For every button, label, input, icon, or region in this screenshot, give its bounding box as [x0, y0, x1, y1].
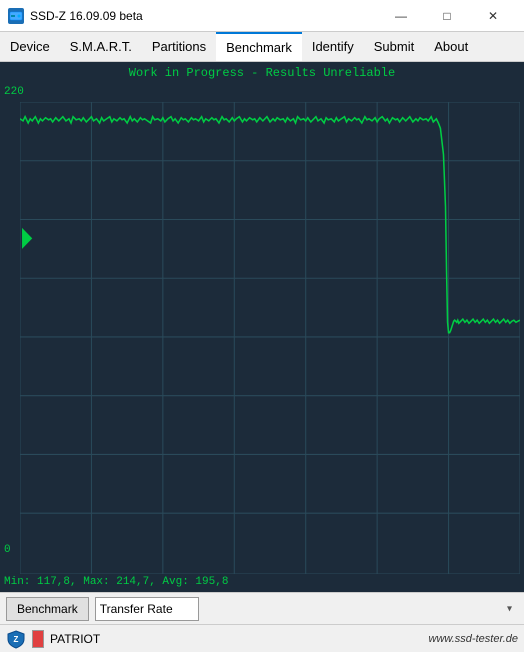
chart-area [20, 102, 520, 574]
menu-item-identify[interactable]: Identify [302, 32, 364, 61]
status-bar: Z PATRIOT www.ssd-tester.de [0, 624, 524, 652]
drive-color-indicator [32, 630, 44, 648]
menu-item-about[interactable]: About [424, 32, 478, 61]
menu-item-device[interactable]: Device [0, 32, 60, 61]
benchmark-line [20, 117, 520, 333]
chevron-down-icon: ▾ [507, 603, 512, 614]
drive-name: PATRIOT [50, 632, 423, 646]
chart-title: Work in Progress - Results Unreliable [0, 62, 524, 82]
chart-stats: Min: 117,8, Max: 214,7, Avg: 195,8 [0, 574, 524, 592]
y-axis-max: 220 [4, 86, 24, 98]
transfer-type-select[interactable]: Transfer RateRandom ReadRandom WriteAcce… [95, 597, 199, 621]
window-controls: — □ ✕ [378, 0, 516, 32]
close-button[interactable]: ✕ [470, 0, 516, 32]
menu-item-partitions[interactable]: Partitions [142, 32, 216, 61]
minimize-button[interactable]: — [378, 0, 424, 32]
menu-item-s-m-a-r-t-[interactable]: S.M.A.R.T. [60, 32, 142, 61]
app-icon [8, 8, 24, 24]
svg-text:Z: Z [14, 635, 19, 644]
chart-svg [20, 102, 520, 574]
menu-item-benchmark[interactable]: Benchmark [216, 32, 302, 61]
menu-item-submit[interactable]: Submit [364, 32, 424, 61]
chart-container: Work in Progress - Results Unreliable 22… [0, 62, 524, 592]
website-url: www.ssd-tester.de [429, 633, 518, 645]
benchmark-toolbar: Benchmark Transfer RateRandom ReadRandom… [0, 592, 524, 624]
select-wrapper: Transfer RateRandom ReadRandom WriteAcce… [95, 597, 518, 621]
benchmark-button[interactable]: Benchmark [6, 597, 89, 621]
window-title: SSD-Z 16.09.09 beta [30, 9, 143, 23]
title-bar: SSD-Z 16.09.09 beta — □ ✕ [0, 0, 524, 32]
y-axis-min: 0 [4, 544, 11, 556]
shield-icon: Z [6, 629, 26, 649]
title-left: SSD-Z 16.09.09 beta [8, 8, 143, 24]
menu-bar: DeviceS.M.A.R.T.PartitionsBenchmarkIdent… [0, 32, 524, 62]
maximize-button[interactable]: □ [424, 0, 470, 32]
